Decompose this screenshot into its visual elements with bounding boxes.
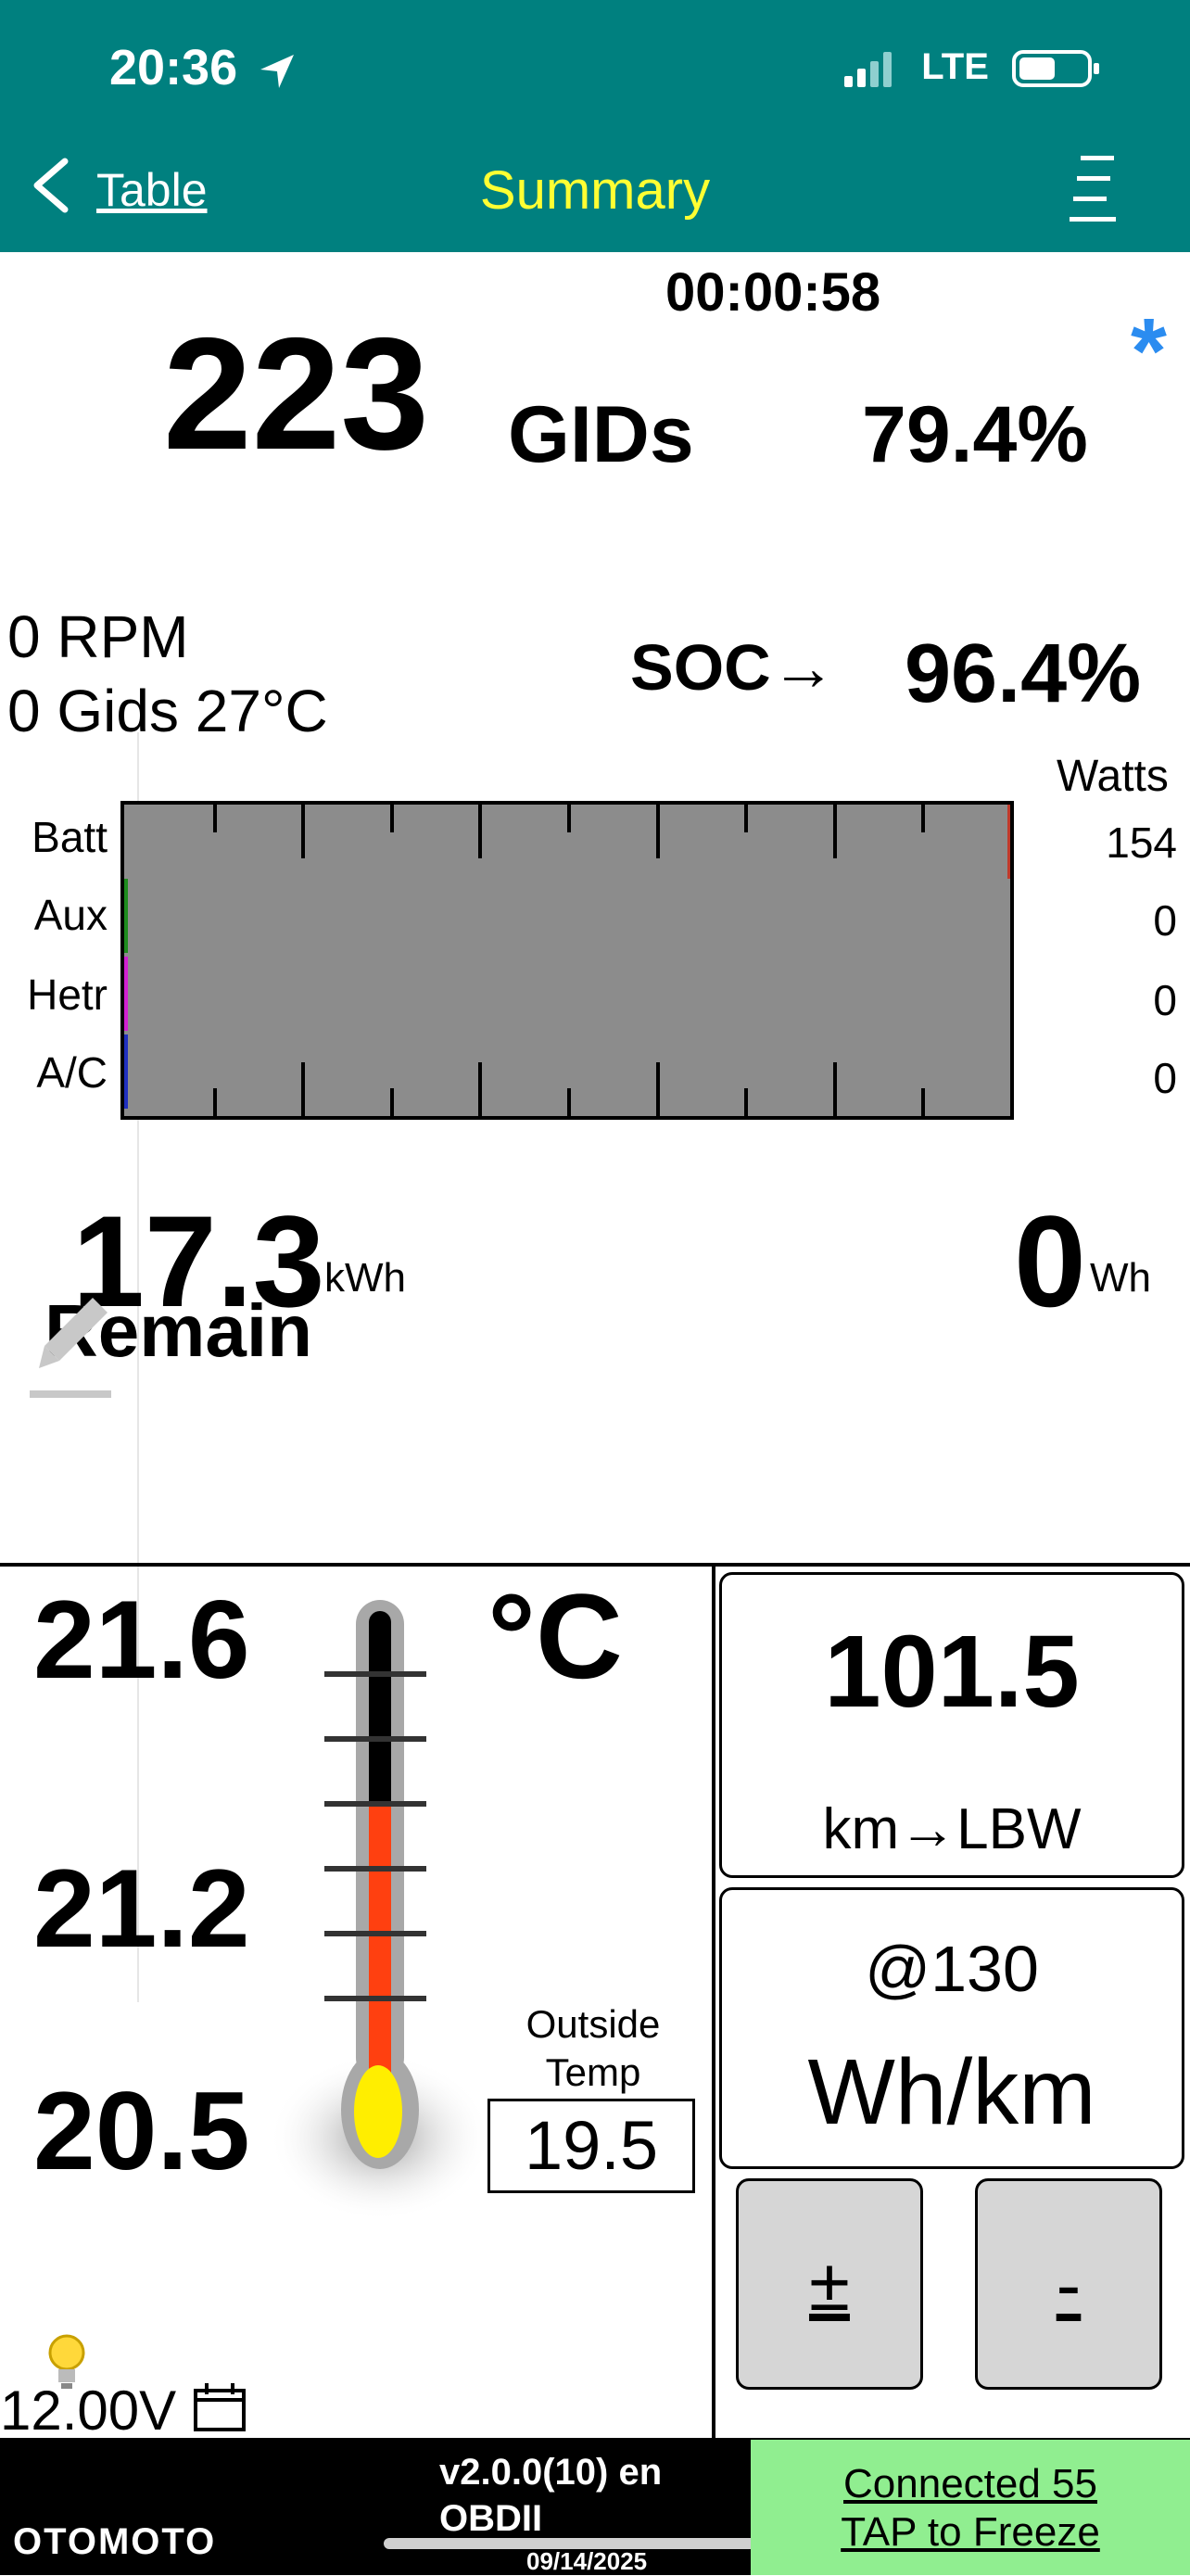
plus-minus-button[interactable]: ±	[736, 2178, 923, 2390]
bar-label-batt: Batt	[32, 813, 108, 861]
aux-bar-marker	[124, 879, 128, 953]
chart-tick-bottom	[744, 1088, 748, 1116]
soc-value: 96.4%	[905, 628, 1142, 720]
hamburger-menu-icon	[1070, 156, 1116, 222]
chart-tick-bottom	[301, 1062, 305, 1116]
chart-tick-bottom	[390, 1088, 394, 1116]
outside-temp-label: Outside Temp	[482, 2000, 704, 2097]
ac-bar-marker	[124, 1034, 128, 1109]
chart-tick-top	[390, 805, 394, 832]
status-time: 20:36	[109, 39, 298, 96]
watermark-text: OTOMOTO	[13, 2521, 217, 2562]
batt-bar-marker	[1007, 805, 1010, 879]
bar-label-aux: Aux	[33, 891, 108, 939]
chart-tick-bottom	[833, 1062, 837, 1116]
chart-tick-top	[478, 805, 482, 858]
version-label: v2.0.0(10) en	[439, 2452, 663, 2493]
range-value: 101.5	[824, 1615, 1080, 1729]
trip-timer: 00:00:58	[665, 262, 881, 323]
efficiency-speed: @130	[865, 1933, 1039, 2005]
power-bar-chart	[120, 801, 1014, 1120]
watts-header: Watts	[1057, 752, 1169, 801]
chart-tick-top	[833, 805, 837, 858]
range-unit: km→LBW	[822, 1797, 1082, 1861]
calendar-icon[interactable]	[192, 2381, 247, 2433]
network-label: LTE	[921, 46, 989, 87]
gids-unit: GIDs	[508, 390, 694, 479]
page-title: Summary	[479, 160, 711, 221]
minus-button[interactable]: -	[975, 2178, 1162, 2390]
temp-unit: °C	[487, 1568, 623, 1704]
chart-tick-bottom	[921, 1088, 925, 1116]
menu-button[interactable]	[1068, 152, 1120, 231]
connection-label[interactable]: Connected 55	[751, 2460, 1190, 2508]
outside-temp-value: 19.5	[487, 2099, 695, 2193]
battery-icon	[1012, 50, 1099, 88]
thermometer-icon	[269, 1591, 491, 2226]
used-energy-unit: Wh	[1090, 1255, 1151, 1301]
battery-voltage-value: 12.00V	[0, 2379, 177, 2442]
bar-label-hetr: Hetr	[27, 971, 108, 1019]
chart-tick-bottom	[656, 1062, 660, 1116]
outside-label-line1: Outside	[525, 2002, 661, 2046]
gids-temp-readout: 0 Gids 27°C	[7, 678, 328, 744]
signal-icon	[844, 52, 892, 88]
status-indicators: LTE	[842, 46, 1101, 89]
bar-label-ac: A/C	[36, 1048, 108, 1097]
temp-reading-2: 21.2	[33, 1846, 250, 1971]
watts-ac: 0	[1153, 1054, 1177, 1102]
used-energy-value: 0	[1014, 1188, 1086, 1334]
temp-reading-1: 21.6	[33, 1578, 250, 1702]
chart-tick-bottom	[567, 1088, 571, 1116]
hetr-bar-marker	[124, 957, 128, 1031]
watts-hetr: 0	[1153, 976, 1177, 1024]
freeze-link[interactable]: TAP to Freeze	[751, 2508, 1190, 2557]
chart-tick-bottom	[478, 1062, 482, 1116]
column-divider	[712, 1565, 715, 2438]
gids-value: 223	[163, 305, 429, 483]
star-indicator[interactable]: *	[1131, 298, 1167, 405]
remaining-energy-unit: kWh	[324, 1255, 406, 1301]
soc-label: SOC→	[630, 631, 836, 704]
version-info: v2.0.0(10) en OBDII	[439, 2449, 662, 2542]
chart-tick-top	[744, 805, 748, 832]
rpm-readout: 0 RPM	[7, 603, 189, 670]
chart-tick-top	[567, 805, 571, 832]
footer-date: 09/14/2025	[526, 2547, 648, 2575]
outside-label-line2: Temp	[545, 2050, 641, 2094]
location-arrow-icon	[260, 54, 295, 88]
temp-reading-3: 20.5	[33, 2069, 250, 2193]
connection-status-text[interactable]: Connected 55 TAP to Freeze	[751, 2460, 1190, 2557]
edit-pencil-icon[interactable]	[28, 1294, 117, 1410]
gids-percent: 79.4%	[862, 390, 1088, 479]
chart-tick-bottom	[213, 1088, 217, 1116]
chart-tick-top	[301, 805, 305, 858]
battery-voltage: 12.00V	[0, 2379, 247, 2443]
efficiency-unit: Wh/km	[807, 2040, 1096, 2144]
chart-tick-top	[213, 805, 217, 832]
protocol-label: OBDII	[439, 2498, 543, 2539]
chart-tick-top	[656, 805, 660, 858]
watts-aux: 0	[1153, 896, 1177, 945]
watts-batt: 154	[1106, 818, 1177, 867]
chart-tick-top	[921, 805, 925, 832]
